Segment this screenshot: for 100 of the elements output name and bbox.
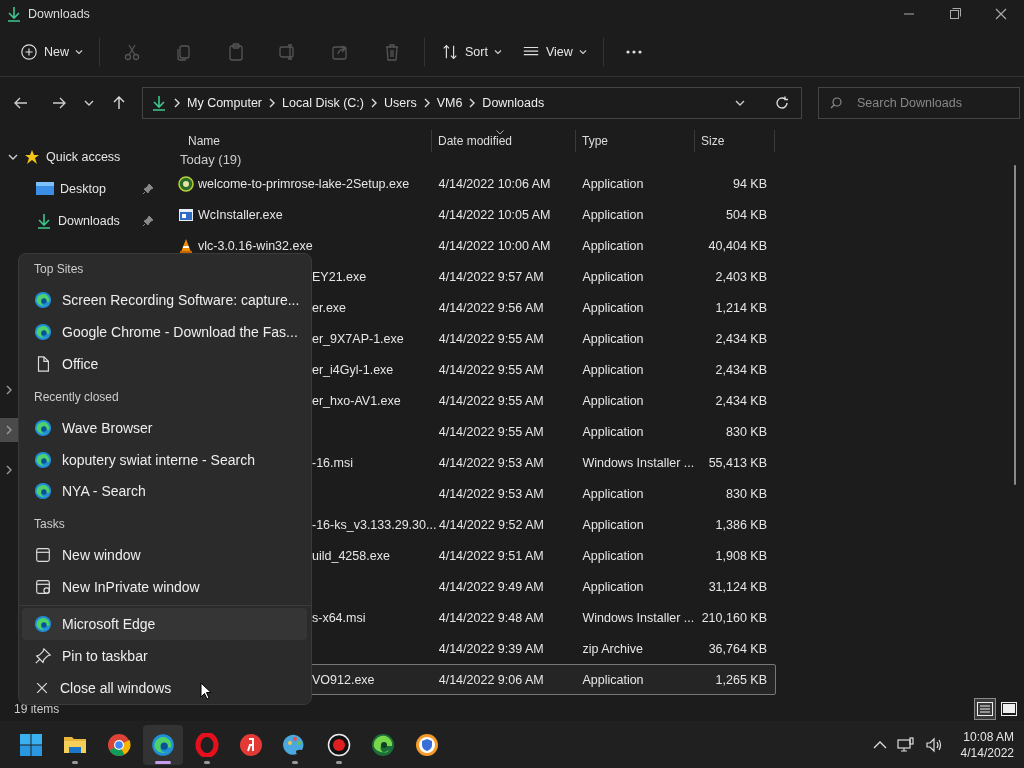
breadcrumb[interactable]: My Computer (187, 95, 263, 110)
type-cell: Application (582, 269, 644, 284)
traffic-cone-icon (178, 237, 194, 254)
scrollbar[interactable] (1014, 165, 1016, 485)
column-header[interactable]: Size (695, 130, 775, 152)
record-icon (327, 732, 351, 757)
address-bar[interactable]: My Computer Local Disk (C:) Users VM6 Downloads (142, 86, 802, 119)
back-icon[interactable] (14, 95, 28, 110)
view-button[interactable]: View (513, 36, 595, 68)
file-name: vlc-3.0.16-win32.exe (198, 238, 313, 253)
chevron-icon (370, 97, 378, 108)
dropdown-icon[interactable] (735, 98, 745, 107)
date-cell: 4/14/2022 9:51 AM (438, 548, 544, 563)
browser-icon (34, 418, 52, 437)
jump-list-item[interactable]: koputery swiat interne - Search (19, 443, 307, 476)
forward-icon[interactable] (52, 95, 66, 110)
section-header: Tasks (34, 517, 65, 532)
file-row[interactable]: welcome-to-primrose-lake-2Setup.exe 4/14/2022 10:06 AM Application 94 KB (160, 168, 776, 199)
size-cell: 94 KB (732, 176, 767, 191)
jump-list-item[interactable]: Office (19, 347, 307, 380)
ring-icon (195, 732, 219, 757)
browser-icon (34, 482, 52, 501)
breadcrumb[interactable]: VM6 (436, 95, 463, 110)
browser-icon (34, 322, 52, 341)
pin-icon (34, 647, 52, 666)
file-row[interactable]: WcInstaller.exe 4/14/2022 10:05 AM Application 504 KB (160, 199, 776, 230)
jump-list-item[interactable]: New window (19, 539, 307, 572)
chevron-up-icon[interactable] (872, 740, 887, 749)
breadcrumb[interactable]: Local Disk (C:) (282, 95, 364, 110)
up-icon[interactable] (112, 95, 126, 110)
jump-list-item[interactable]: Microsoft Edge (22, 608, 307, 641)
chevron-icon[interactable] (8, 152, 18, 162)
star-icon (24, 149, 40, 165)
volume-icon[interactable] (924, 736, 943, 753)
size-cell: 2,434 KB (715, 393, 767, 408)
file-name: uild_4258.exe (312, 548, 390, 563)
type-cell: Application (582, 424, 644, 439)
caret-icon (578, 48, 587, 56)
mouse-cursor-icon (200, 682, 212, 700)
sidebar-item[interactable]: Quick access (46, 150, 160, 164)
window-icon (178, 206, 194, 223)
type-cell: Application (582, 672, 644, 687)
chevron-icon (422, 97, 431, 108)
column-header[interactable]: Date modified (432, 130, 576, 152)
jump-list-item[interactable]: Screen Recording Software: capture... (19, 283, 307, 316)
desktop-icon (36, 182, 54, 196)
size-cell: 36,764 KB (708, 641, 767, 656)
network-icon[interactable] (896, 736, 915, 753)
type-cell: Application (582, 207, 644, 222)
size-cell: 830 KB (726, 486, 767, 501)
search-field[interactable]: Search Downloads (818, 86, 1020, 119)
jump-list-item[interactable]: NYA - Search (19, 475, 307, 508)
column-header[interactable]: Type (576, 130, 695, 152)
refresh-icon[interactable] (775, 95, 789, 110)
scissors-icon (122, 42, 142, 62)
type-cell: Windows Installer ... (582, 610, 695, 625)
sort-button[interactable]: Sort (433, 36, 510, 68)
file-row[interactable]: vlc-3.0.16-win32.exe 4/14/2022 10:00 AM Application 40,404 KB (160, 230, 776, 261)
jump-list-item[interactable]: Google Chrome - Download the Fas... (19, 315, 307, 348)
size-cell: 40,404 KB (708, 238, 767, 253)
search-icon (830, 96, 842, 109)
group-header[interactable]: Today (19) (180, 152, 242, 168)
date-cell: 4/14/2022 9:49 AM (438, 579, 544, 594)
clock-time[interactable]: 10:08 AM (963, 728, 1014, 745)
running-indicator (155, 760, 171, 764)
type-cell: Application (582, 579, 644, 594)
new-button[interactable]: New (12, 36, 91, 68)
details-view-button[interactable] (974, 698, 996, 720)
file-name: er_9X7AP-1.exe (312, 331, 404, 346)
date-cell: 4/14/2022 9:52 AM (439, 517, 544, 532)
jump-list-item[interactable]: New InPrivate window (19, 571, 307, 604)
clock-date[interactable]: 4/14/2022 (960, 744, 1014, 761)
size-cell: 2,434 KB (715, 331, 767, 346)
column-header[interactable]: Name (160, 130, 432, 152)
date-cell: 4/14/2022 10:06 AM (438, 176, 551, 191)
list-icon (977, 702, 993, 716)
taskbar-button[interactable] (143, 724, 183, 765)
type-cell: Application (582, 486, 644, 501)
size-cell: 1,386 KB (715, 517, 767, 532)
date-cell: 4/14/2022 9:53 AM (438, 486, 544, 501)
breadcrumb[interactable]: Downloads (482, 95, 545, 110)
size-cell: 1,908 KB (715, 548, 767, 563)
download-icon (151, 94, 167, 111)
type-cell: Windows Installer ... (582, 455, 695, 470)
file-name: WcInstaller.exe (198, 207, 283, 222)
sidebar-item[interactable]: Desktop (60, 182, 136, 196)
caret-icon (493, 48, 502, 56)
sort-caret-icon (496, 130, 504, 135)
running-indicator (292, 760, 298, 764)
close-icon (34, 680, 50, 696)
private-window-icon (34, 578, 52, 597)
chevron-icon (5, 385, 13, 395)
download-icon (36, 213, 52, 229)
dropdown-icon[interactable] (84, 98, 94, 107)
sidebar-item[interactable]: Downloads (58, 214, 136, 228)
breadcrumb[interactable]: Users (384, 95, 417, 110)
plus-icon (20, 43, 38, 61)
jump-list-item[interactable]: Wave Browser (19, 411, 307, 444)
chevron-icon (268, 97, 277, 108)
file-name: -16.msi (312, 455, 353, 470)
